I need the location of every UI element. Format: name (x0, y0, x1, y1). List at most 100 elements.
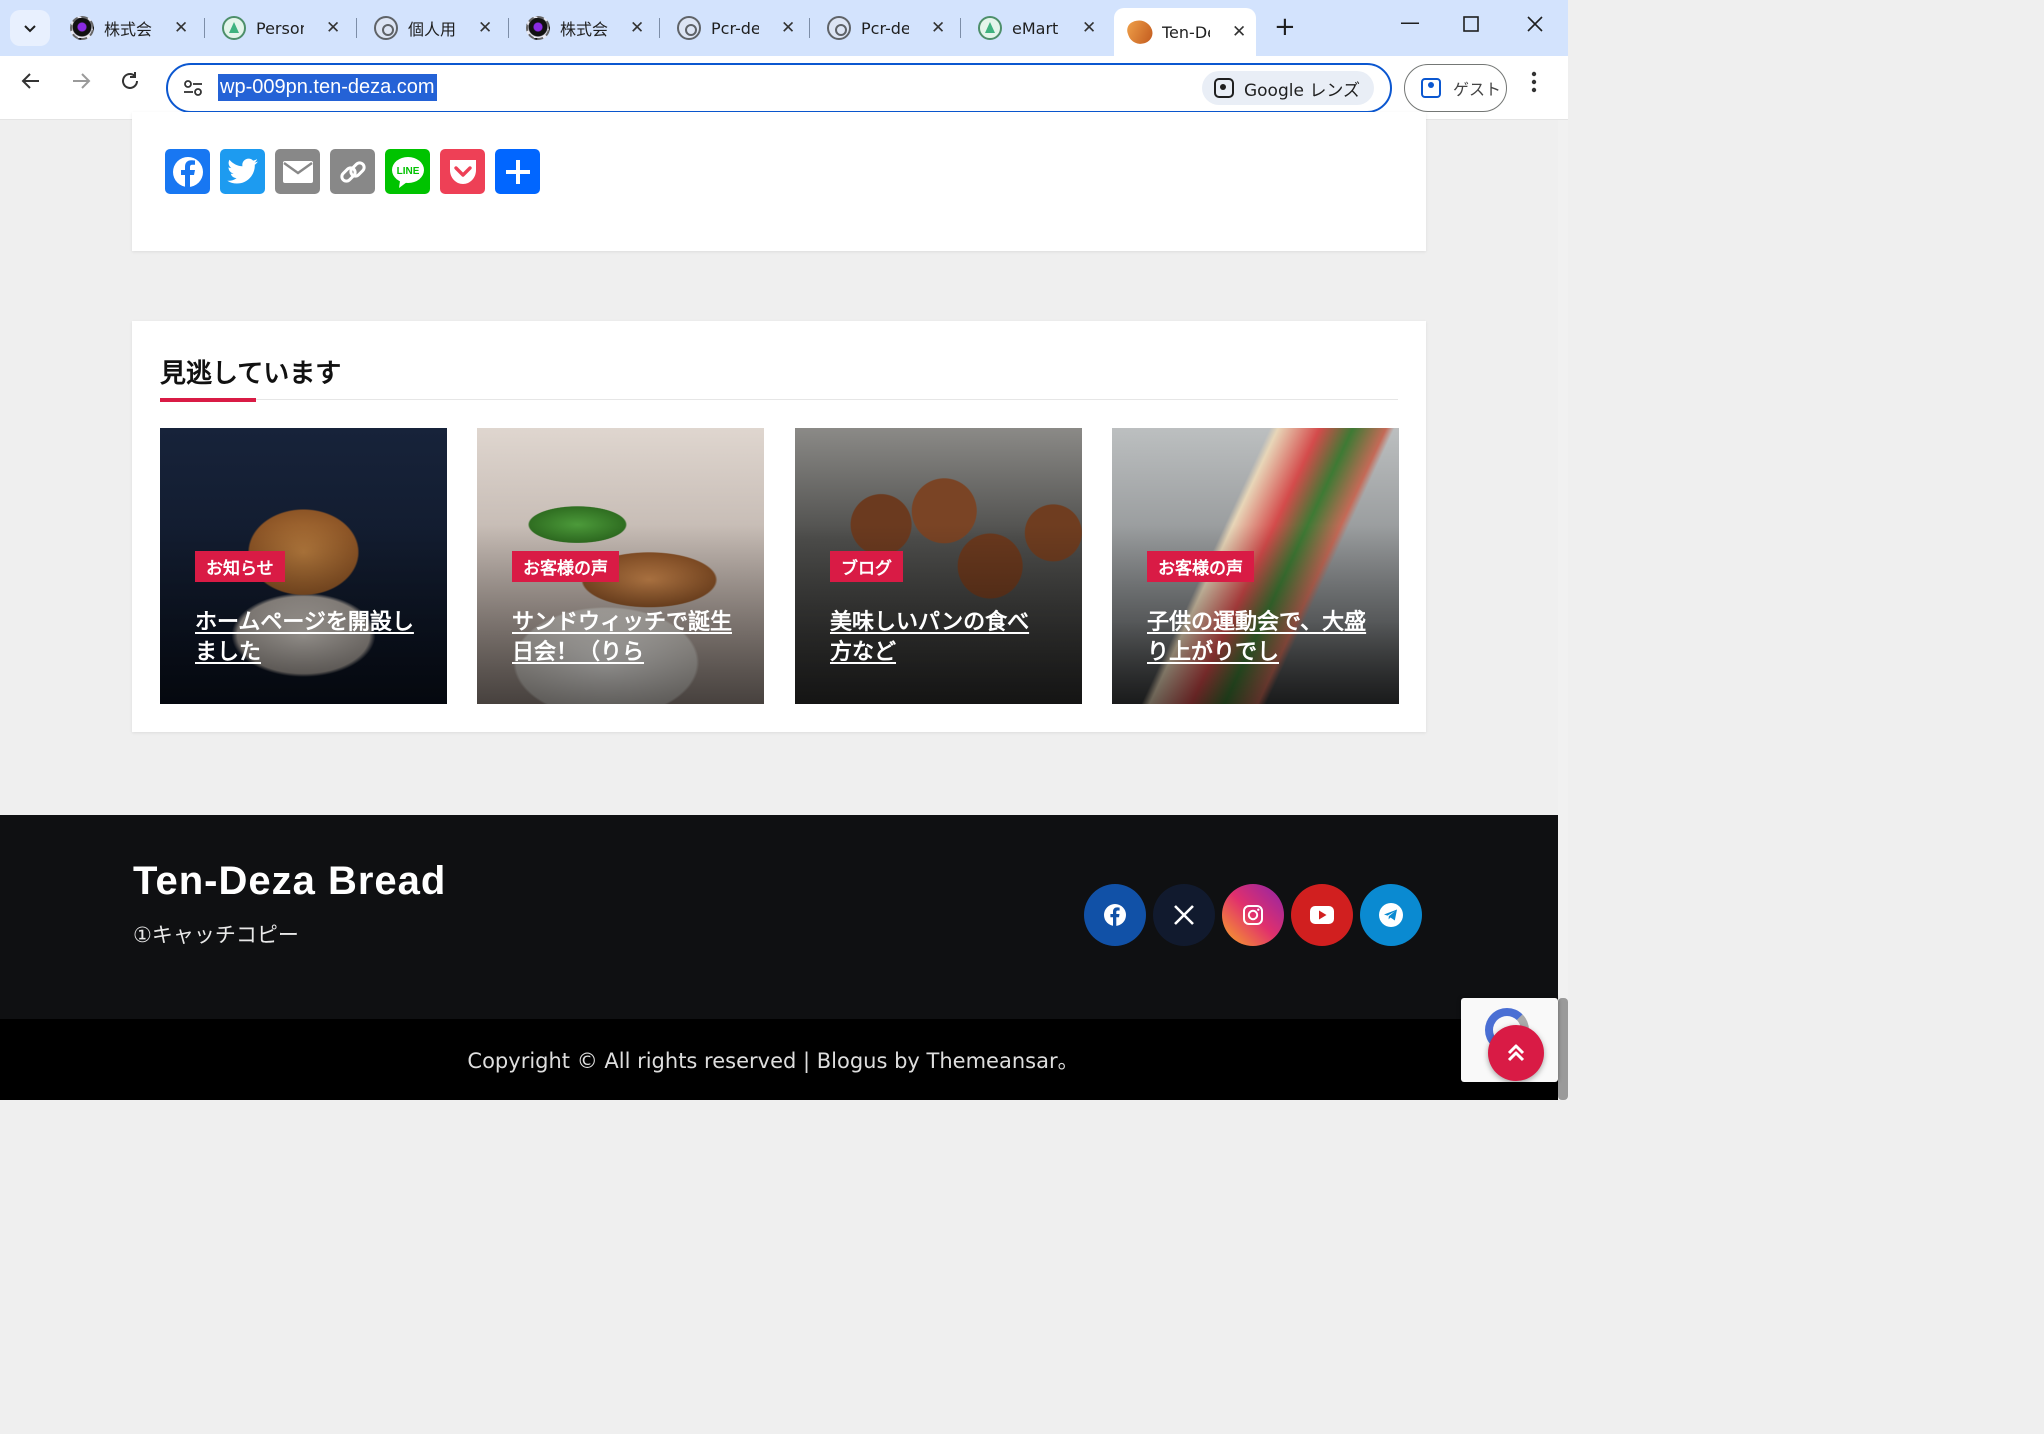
email-icon (282, 160, 313, 183)
more-vert-icon (1531, 71, 1537, 93)
share-twitter-button[interactable] (220, 149, 265, 194)
menu-button[interactable] (1530, 70, 1538, 101)
site-name-link[interactable]: Ten-Deza Bread (133, 859, 446, 904)
post-card[interactable]: お客様の声 子供の運動会で、大盛り上がりでし (1112, 428, 1399, 704)
post-category-badge[interactable]: ブログ (830, 551, 903, 582)
tab-title: 個人用 (408, 20, 456, 39)
scroll-to-top-button[interactable] (1488, 1025, 1544, 1081)
globe-icon (827, 16, 851, 40)
tab-1[interactable]: 株式会社 ✕ (56, 8, 188, 48)
share-panel: LINE (132, 112, 1426, 251)
line-icon: LINE (391, 156, 424, 188)
maximize-icon (1463, 16, 1479, 32)
link-icon (339, 160, 366, 183)
share-line-button[interactable]: LINE (385, 149, 430, 194)
back-button[interactable] (20, 70, 42, 98)
share-email-button[interactable] (275, 149, 320, 194)
post-card[interactable]: ブログ 美味しいパンの食べ方など (795, 428, 1082, 704)
bread-icon (1124, 16, 1156, 48)
globe-icon (374, 16, 398, 40)
post-category-badge[interactable]: お知らせ (195, 551, 285, 582)
twitter-bird-icon (226, 158, 258, 183)
share-copy-link-button[interactable] (330, 149, 375, 194)
missed-posts-section: 見逃しています お知らせ ホームページを開設しました お客様の声 サンドウィッチ… (132, 321, 1426, 732)
arrow-right-icon (73, 73, 91, 89)
close-icon[interactable]: ✕ (630, 18, 644, 38)
tab-8-active[interactable]: Ten-De ✕ (1114, 8, 1256, 56)
post-title-link[interactable]: サンドウィッチで誕生日会！（りら (512, 608, 732, 668)
close-icon[interactable]: ✕ (931, 18, 945, 38)
heading-accent-bar (160, 398, 256, 402)
site-tagline: ①キャッチコピー (133, 923, 299, 947)
tab-6[interactable]: Pcr-der ✕ (813, 8, 945, 48)
profile-button[interactable]: ゲスト (1404, 64, 1507, 112)
tab-divider (508, 18, 509, 38)
post-card[interactable]: お客様の声 サンドウィッチで誕生日会！（りら (477, 428, 764, 704)
facebook-icon (1104, 904, 1126, 926)
close-icon[interactable]: ✕ (174, 18, 188, 38)
dark-logo-icon (526, 16, 550, 40)
browser-toolbar: wp-009pn.ten-deza.com Google レンズ ゲスト (0, 56, 1568, 120)
arrow-left-icon (21, 73, 39, 89)
section-heading: 見逃しています (160, 359, 342, 389)
share-more-button[interactable] (495, 149, 540, 194)
close-icon[interactable]: ✕ (1232, 22, 1246, 42)
social-x-link[interactable] (1153, 884, 1215, 946)
close-icon[interactable]: ✕ (326, 18, 340, 38)
social-instagram-link[interactable] (1222, 884, 1284, 946)
line-icon-label: LINE (396, 166, 419, 177)
telegram-icon (1379, 903, 1403, 927)
social-facebook-link[interactable] (1084, 884, 1146, 946)
share-facebook-button[interactable] (165, 149, 210, 194)
google-lens-button[interactable]: Google レンズ (1201, 71, 1374, 105)
post-category-badge[interactable]: お客様の声 (1147, 551, 1254, 582)
tab-title: Personal (256, 18, 304, 38)
scrollbar-thumb[interactable] (1558, 998, 1568, 1100)
green-peak-icon (978, 16, 1002, 40)
tab-search-button[interactable] (10, 10, 50, 46)
reload-button[interactable] (119, 70, 141, 98)
site-settings-icon[interactable] (182, 77, 204, 99)
social-youtube-link[interactable] (1291, 884, 1353, 946)
tab-title: eMart (1012, 18, 1059, 38)
tab-3[interactable]: 個人用 ✕ (360, 8, 492, 48)
window-close-button[interactable] (1526, 14, 1544, 38)
tab-5[interactable]: Pcr-der ✕ (663, 8, 795, 48)
post-title-link[interactable]: ホームページを開設しました (195, 608, 415, 668)
tab-4[interactable]: 株式会社 ✕ (512, 8, 644, 48)
social-telegram-link[interactable] (1360, 884, 1422, 946)
chevron-down-icon (24, 25, 36, 33)
site-footer: Ten-Deza Bread ①キャッチコピー (0, 815, 1558, 1019)
profile-icon (1421, 78, 1441, 98)
post-title-link[interactable]: 美味しいパンの食べ方など (830, 608, 1050, 668)
post-title-link[interactable]: 子供の運動会で、大盛り上がりでし (1147, 608, 1367, 668)
x-icon (1174, 905, 1194, 925)
tab-2[interactable]: Personal ✕ (208, 8, 340, 48)
address-bar[interactable]: wp-009pn.ten-deza.com Google レンズ (166, 63, 1392, 113)
maximize-button[interactable] (1462, 14, 1480, 38)
double-chevron-up-icon (1507, 1044, 1525, 1062)
post-card[interactable]: お知らせ ホームページを開設しました (160, 428, 447, 704)
green-peak-icon (222, 16, 246, 40)
close-icon[interactable]: ✕ (1082, 18, 1096, 38)
minimize-button[interactable]: — (1400, 10, 1420, 34)
post-category-badge[interactable]: お客様の声 (512, 551, 619, 582)
lens-label: Google レンズ (1243, 80, 1360, 101)
tab-title: 株式会社 (104, 20, 152, 39)
tab-7[interactable]: eMart ✕ (964, 8, 1096, 48)
tab-divider (960, 18, 961, 38)
tab-divider (204, 18, 205, 38)
copyright-bar: Copyright © All rights reserved | Blogus… (0, 1019, 1558, 1100)
scrollbar-track[interactable] (1558, 120, 1568, 1100)
heading-divider (160, 399, 1398, 400)
new-tab-button[interactable]: + (1274, 12, 1296, 42)
close-icon[interactable]: ✕ (781, 18, 795, 38)
pocket-icon (449, 159, 476, 184)
url-text[interactable]: wp-009pn.ten-deza.com (218, 74, 437, 101)
tab-strip: 株式会社 ✕ Personal ✕ 個人用 ✕ 株式会社 ✕ Pcr-der ✕… (0, 0, 1568, 56)
tab-title: Ten-De (1162, 22, 1210, 42)
forward-button[interactable] (70, 70, 92, 98)
close-icon[interactable]: ✕ (478, 18, 492, 38)
share-pocket-button[interactable] (440, 149, 485, 194)
close-icon (1527, 16, 1543, 32)
